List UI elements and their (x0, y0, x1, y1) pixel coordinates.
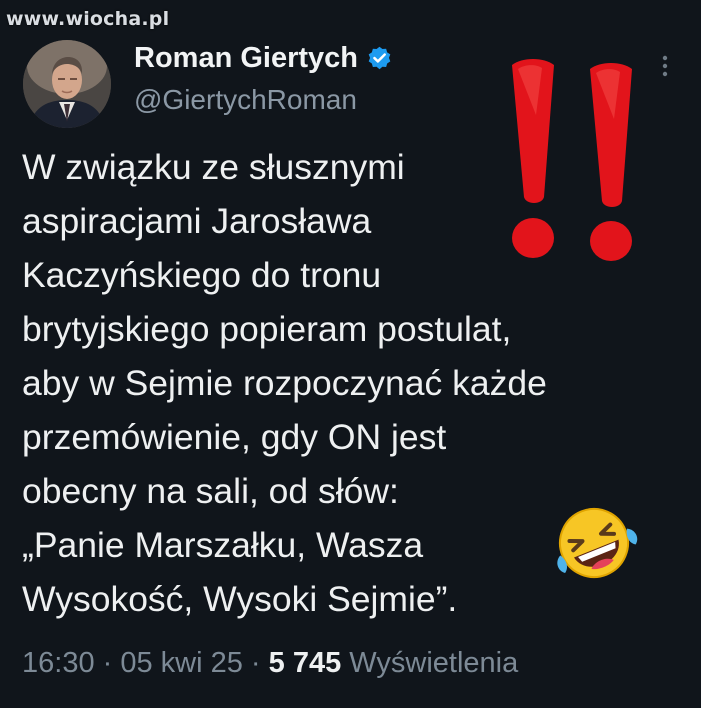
avatar-photo (23, 40, 111, 128)
rolling-on-floor-laughing-icon (557, 508, 638, 578)
tweet-line: aspiracjami Jarosława (22, 201, 372, 241)
author-name[interactable]: Roman Giertych (134, 40, 358, 76)
tweet-time[interactable]: 16:30 (22, 647, 95, 679)
avatar[interactable] (23, 40, 111, 128)
tweet-date[interactable]: 05 kwi 25 (120, 647, 243, 679)
meta-separator: · (242, 647, 269, 679)
tweet-line: brytyjskiego popieram postulat, (22, 309, 512, 349)
tweet-line: aby w Sejmie rozpoczynać każde (22, 363, 547, 403)
meta-separator: · (94, 647, 121, 679)
watermark: www.wiocha.pl (6, 8, 170, 30)
views-count: 5 745 (268, 647, 342, 679)
views-label: Wyświetlenia (341, 647, 519, 679)
tweet-line: W związku ze słusznymi (22, 147, 405, 187)
author-handle[interactable]: @GiertychRoman (134, 83, 357, 117)
tweet-line: Kaczyńskiego do tronu (22, 255, 382, 295)
more-options-icon[interactable] (660, 52, 670, 82)
verified-badge-icon (368, 46, 391, 69)
tweet-card: www.wiocha.pl Roman Giertych @GiertychRo… (0, 0, 701, 708)
tweet-line: przemówienie, gdy ON jest (22, 417, 447, 457)
tweet-meta: 16:30 · 05 kwi 25 · 5 745 Wyświetlenia (22, 643, 518, 683)
author-row: Roman Giertych (134, 40, 393, 76)
